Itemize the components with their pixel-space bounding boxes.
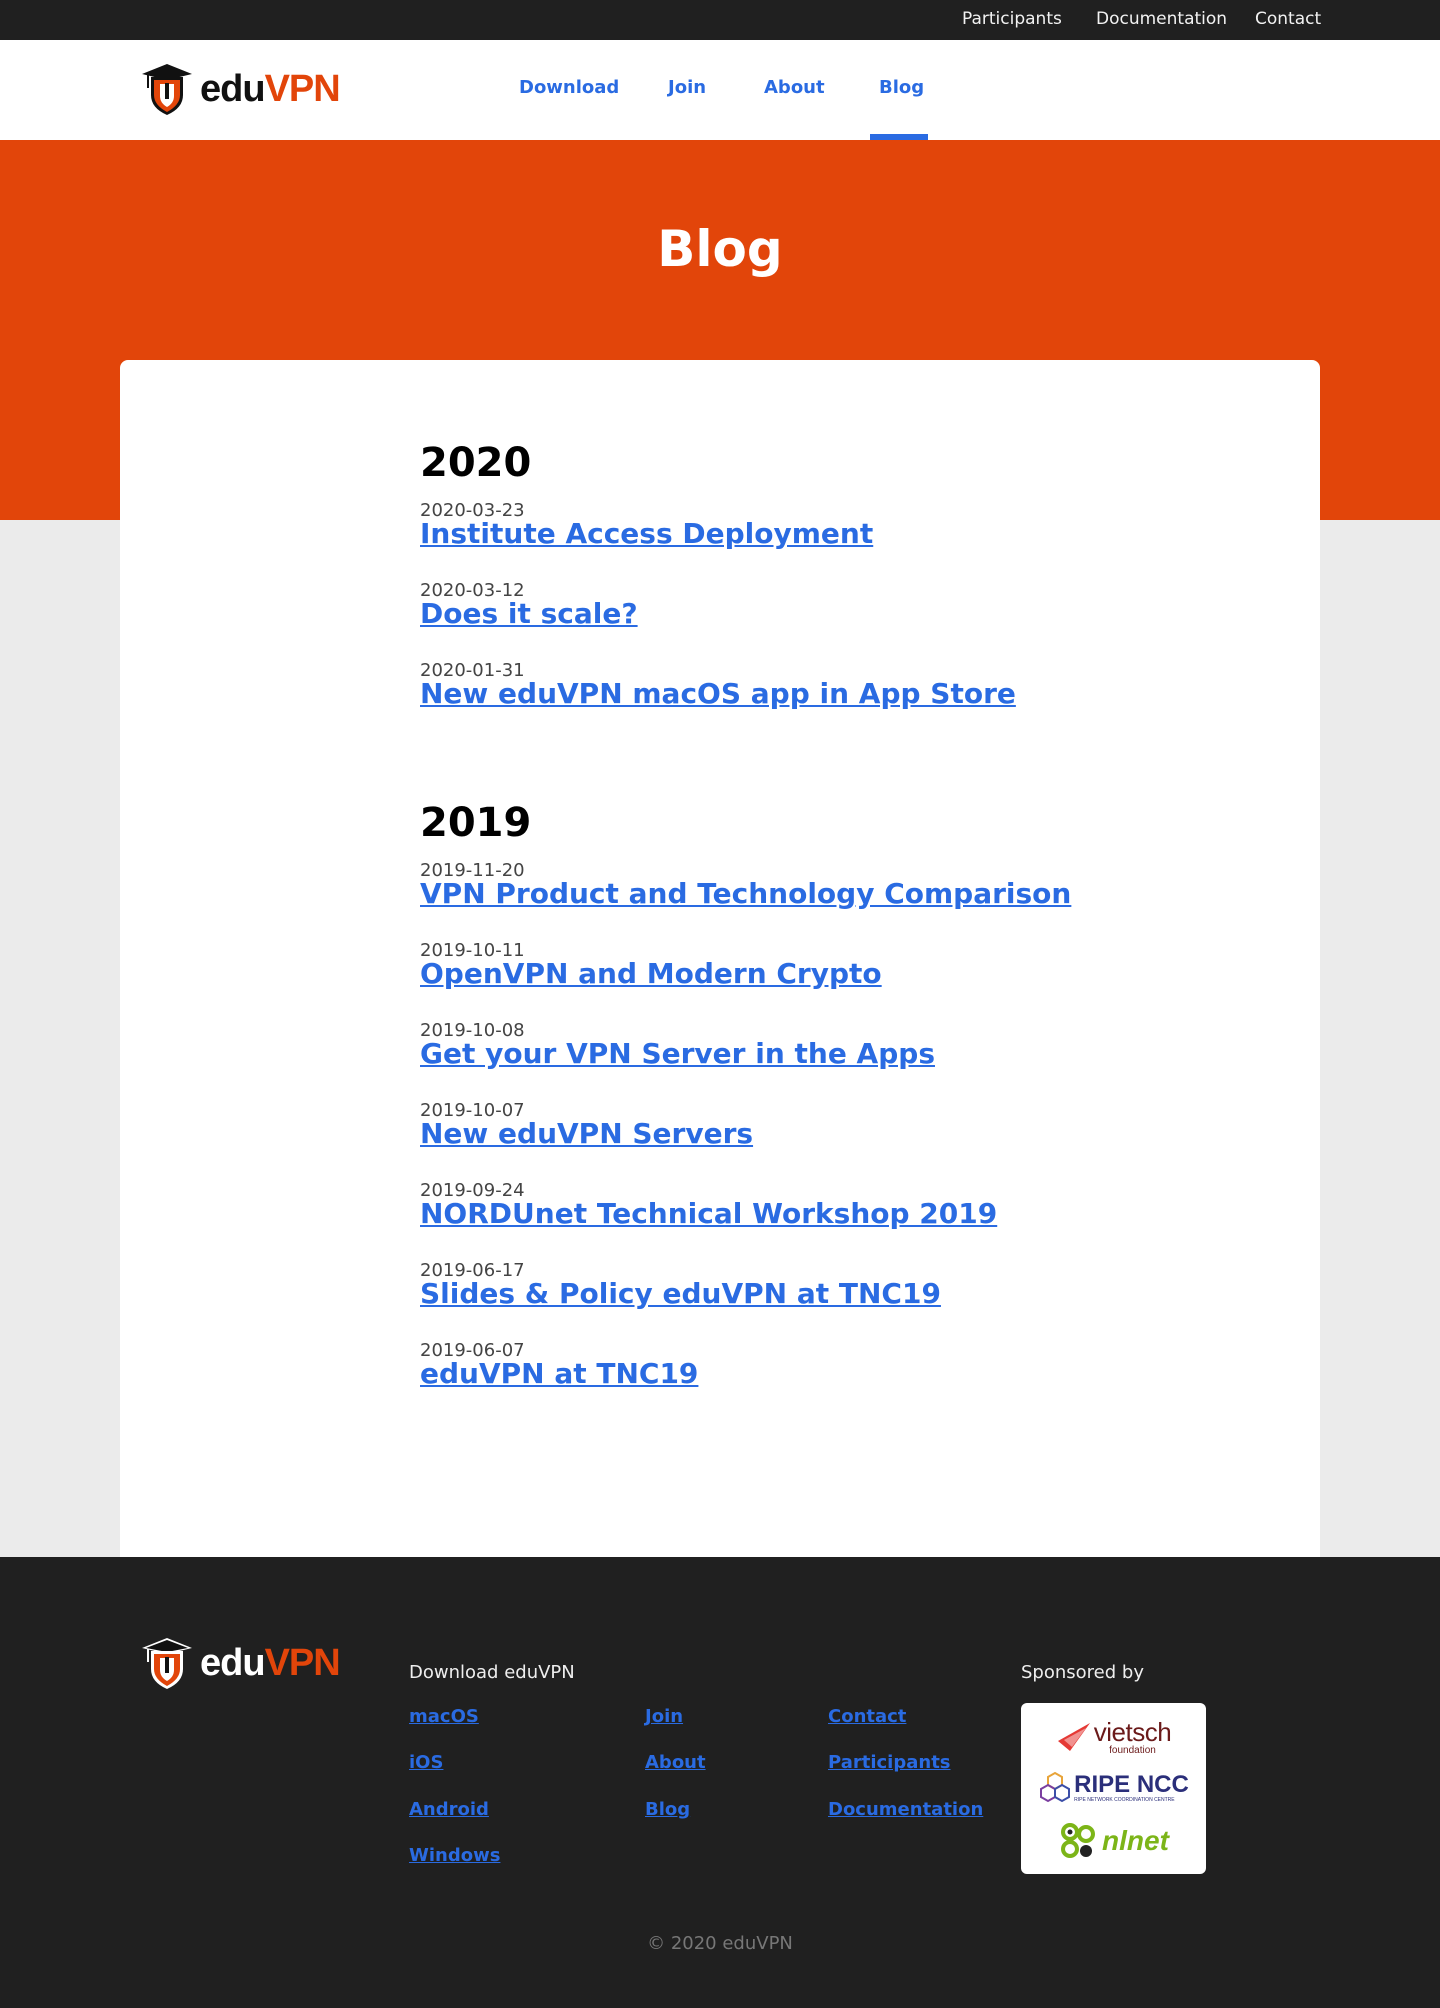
owl-shield-icon xyxy=(142,1638,192,1689)
logo-text: eduVPN xyxy=(200,67,341,110)
nav-blog[interactable]: Blog xyxy=(879,77,924,99)
post-link[interactable]: New eduVPN Servers xyxy=(420,1117,753,1151)
vietsch-logo[interactable]: vietsch foundation xyxy=(1021,1715,1206,1759)
site-header: eduVPN Download Join About Blog xyxy=(0,40,1440,140)
footer-link-join[interactable]: Join xyxy=(645,1706,683,1728)
top-utility-bar: Participants Documentation Contact xyxy=(0,0,1440,40)
blog-card: 2020 2020-03-23 Institute Access Deploym… xyxy=(120,360,1320,1557)
nlnet-logo[interactable]: nlnet xyxy=(1021,1817,1206,1865)
footer-eduvpn-logo[interactable]: eduVPN xyxy=(138,1636,341,1690)
copyright-text: © 2020 eduVPN xyxy=(647,1933,793,1954)
footer-link-android[interactable]: Android xyxy=(409,1799,489,1821)
post-link[interactable]: OpenVPN and Modern Crypto xyxy=(420,957,882,991)
nav-join[interactable]: Join xyxy=(668,77,706,99)
footer-link-participants[interactable]: Participants xyxy=(828,1752,951,1774)
vietsch-mark-icon xyxy=(1057,1723,1090,1751)
year-heading-2019: 2019 xyxy=(420,800,532,846)
footer-link-about[interactable]: About xyxy=(645,1752,706,1774)
download-heading: Download eduVPN xyxy=(409,1662,575,1683)
site-footer: eduVPN Download eduVPN macOS iOS Android… xyxy=(0,1557,1440,2008)
post-link[interactable]: New eduVPN macOS app in App Store xyxy=(420,677,1016,711)
footer-link-contact[interactable]: Contact xyxy=(828,1706,906,1728)
top-link-participants[interactable]: Participants xyxy=(962,0,1062,38)
vietsch-wordmark: vietsch xyxy=(1093,1716,1172,1747)
vietsch-subtitle: foundation xyxy=(1109,1744,1156,1756)
ripe-ncc-wordmark: RIPE NCC xyxy=(1074,1770,1189,1798)
footer-link-documentation[interactable]: Documentation xyxy=(828,1799,983,1821)
nav-about[interactable]: About xyxy=(764,77,825,99)
post-link[interactable]: Get your VPN Server in the Apps xyxy=(420,1037,935,1071)
post-link[interactable]: VPN Product and Technology Comparison xyxy=(420,877,1071,911)
post-link[interactable]: eduVPN at TNC19 xyxy=(420,1357,698,1391)
logo-text: eduVPN xyxy=(200,1641,341,1684)
nlnet-wordmark: nlnet xyxy=(1102,1825,1169,1856)
top-link-contact[interactable]: Contact xyxy=(1255,0,1321,38)
sponsored-heading: Sponsored by xyxy=(1021,1662,1144,1683)
year-heading-2020: 2020 xyxy=(420,440,532,486)
ripe-ncc-subtitle: RIPE NETWORK COORDINATION CENTRE xyxy=(1074,1796,1175,1803)
ripe-ncc-hexagons-icon xyxy=(1040,1771,1071,1803)
top-link-documentation[interactable]: Documentation xyxy=(1096,0,1227,38)
footer-link-blog[interactable]: Blog xyxy=(645,1799,690,1821)
ripe-ncc-logo[interactable]: RIPE NCC RIPE NETWORK COORDINATION CENTR… xyxy=(1021,1766,1206,1810)
footer-link-ios[interactable]: iOS xyxy=(409,1752,443,1774)
nav-download[interactable]: Download xyxy=(519,77,619,99)
page-title: Blog xyxy=(657,220,783,278)
footer-link-windows[interactable]: Windows xyxy=(409,1845,500,1867)
post-link[interactable]: Slides & Policy eduVPN at TNC19 xyxy=(420,1277,941,1311)
owl-shield-icon xyxy=(142,64,192,115)
post-link[interactable]: Does it scale? xyxy=(420,597,638,631)
nlnet-circles-icon xyxy=(1061,1823,1096,1858)
footer-link-macos[interactable]: macOS xyxy=(409,1706,479,1728)
eduvpn-logo[interactable]: eduVPN xyxy=(138,62,341,116)
post-link[interactable]: Institute Access Deployment xyxy=(420,517,873,551)
post-link[interactable]: NORDUnet Technical Workshop 2019 xyxy=(420,1197,997,1231)
sponsors-box: vietsch foundation RIPE NCC RIPE NETWORK… xyxy=(1021,1703,1206,1874)
